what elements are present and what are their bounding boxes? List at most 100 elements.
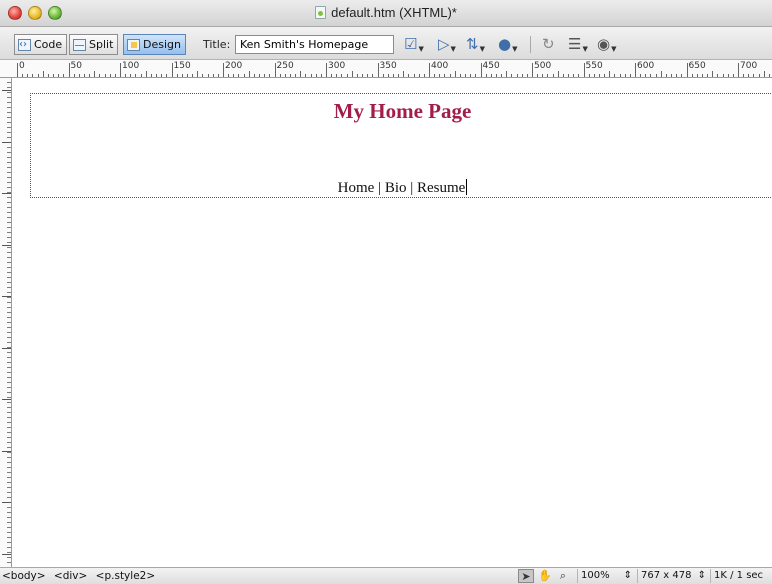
hand-tool-button[interactable]: ✋ bbox=[537, 569, 553, 583]
ruler-minor-tick bbox=[284, 74, 286, 77]
ruler-minor-tick bbox=[696, 74, 698, 77]
ruler-minor-tick bbox=[145, 71, 147, 77]
ruler-minor-tick bbox=[645, 74, 647, 77]
ruler-minor-tick bbox=[552, 74, 554, 77]
split-view-button[interactable]: Split bbox=[69, 34, 119, 55]
ruler-minor-tick bbox=[356, 74, 358, 77]
code-view-button[interactable]: Code bbox=[14, 34, 68, 55]
ruler-minor-tick bbox=[114, 74, 116, 77]
tag-p-style2[interactable]: <p.style2> bbox=[96, 570, 155, 582]
page-heading[interactable]: My Home Page bbox=[31, 99, 772, 124]
ruler-major-tick bbox=[686, 63, 688, 77]
ruler-major-tick bbox=[2, 399, 11, 400]
refresh-design-view-button[interactable]: ↻ bbox=[542, 36, 555, 53]
ruler-minor-tick bbox=[336, 74, 338, 77]
ruler-minor-tick bbox=[743, 74, 745, 77]
ruler-minor-tick bbox=[403, 71, 405, 77]
tag-body[interactable]: <body> bbox=[2, 570, 46, 582]
select-tool-button[interactable]: ➤ bbox=[518, 569, 534, 583]
ruler-minor-tick bbox=[346, 74, 348, 77]
ruler-minor-tick bbox=[279, 74, 281, 77]
window-title-text: default.htm (XHTML)* bbox=[331, 5, 457, 20]
ruler-minor-tick bbox=[562, 74, 564, 77]
page-nav-text: Home | Bio | Resume bbox=[337, 180, 466, 196]
ruler-minor-tick bbox=[228, 74, 230, 77]
ruler-minor-tick bbox=[511, 74, 513, 77]
ruler-minor-tick bbox=[238, 74, 240, 77]
up-down-arrows-icon: ⇅ bbox=[466, 35, 479, 53]
toolbar-separator bbox=[530, 36, 531, 53]
ruler-minor-tick bbox=[269, 74, 271, 77]
document-icon bbox=[315, 6, 327, 19]
ruler-minor-tick bbox=[104, 74, 106, 77]
get-put-files-button[interactable]: ⇅ ▼ bbox=[466, 36, 485, 53]
ruler-major-tick bbox=[2, 141, 11, 143]
ruler-minor-tick bbox=[707, 74, 709, 77]
browser-preview-button[interactable]: ● ▼ bbox=[498, 36, 517, 53]
ruler-minor-tick bbox=[691, 74, 693, 77]
ruler-minor-tick bbox=[259, 74, 261, 77]
file-management-icon: ▷ bbox=[438, 35, 450, 53]
ruler-minor-tick bbox=[295, 74, 297, 77]
ruler-minor-tick bbox=[212, 74, 214, 77]
document-title-input[interactable] bbox=[235, 35, 394, 54]
ruler-minor-tick bbox=[83, 74, 85, 77]
ruler-minor-tick bbox=[305, 74, 307, 77]
download-info: 1K / 1 sec bbox=[714, 570, 764, 581]
ruler-minor-tick bbox=[387, 74, 389, 77]
ruler-minor-tick bbox=[593, 74, 595, 77]
file-management-button[interactable]: ▷ ▼ bbox=[438, 36, 456, 53]
ruler-minor-tick bbox=[722, 74, 724, 77]
ruler-minor-tick bbox=[748, 74, 750, 77]
ruler-tick-label: 200 bbox=[225, 61, 243, 71]
page-nav-paragraph[interactable]: Home | Bio | Resume bbox=[31, 179, 772, 197]
page-div-container[interactable]: My Home Page Home | Bio | Resume bbox=[30, 93, 772, 198]
globe-icon: ● bbox=[498, 35, 512, 53]
ruler-major-tick bbox=[2, 296, 11, 297]
design-view-label: Design bbox=[143, 38, 181, 51]
ruler-minor-tick bbox=[449, 74, 451, 77]
ruler-minor-tick bbox=[454, 71, 456, 77]
ruler-minor-tick bbox=[362, 74, 364, 77]
ruler-major-tick bbox=[68, 63, 70, 77]
ruler-minor-tick bbox=[125, 74, 127, 77]
design-view-button[interactable]: Design bbox=[123, 34, 186, 55]
document-title-label: Title: bbox=[203, 38, 231, 51]
ruler-minor-tick bbox=[243, 74, 245, 77]
zoom-value: 100% bbox=[581, 570, 610, 581]
download-size-indicator: 1K / 1 sec bbox=[710, 569, 772, 583]
ruler-minor-tick bbox=[408, 74, 410, 77]
validate-markup-button[interactable]: ☑ ▼ bbox=[404, 36, 424, 53]
ruler-minor-tick bbox=[490, 74, 492, 77]
ruler-minor-tick bbox=[166, 74, 168, 77]
ruler-minor-tick bbox=[640, 74, 642, 77]
ruler-minor-tick bbox=[197, 71, 199, 77]
zoom-select[interactable]: 100% ⇕ bbox=[577, 569, 635, 583]
ruler-major-tick bbox=[17, 63, 18, 77]
ruler-minor-tick bbox=[331, 74, 333, 77]
ruler-minor-tick bbox=[768, 74, 770, 77]
ruler-minor-tick bbox=[521, 74, 523, 77]
view-options-button[interactable]: ☰ ▼ bbox=[568, 36, 588, 53]
zoom-tool-button[interactable]: ⌕ bbox=[555, 569, 571, 583]
ruler-minor-tick bbox=[650, 74, 652, 77]
ruler-minor-tick bbox=[712, 71, 714, 77]
visual-aids-button[interactable]: ◉ ▼ bbox=[597, 36, 616, 53]
ruler-minor-tick bbox=[609, 71, 611, 77]
ruler-tick-label: 0 bbox=[19, 61, 25, 71]
ruler-major-tick bbox=[2, 90, 11, 91]
ruler-minor-tick bbox=[619, 74, 621, 77]
ruler-minor-tick bbox=[89, 74, 91, 77]
ruler-tick-label: 650 bbox=[688, 61, 706, 71]
ruler-minor-tick bbox=[161, 74, 163, 77]
design-canvas[interactable]: My Home Page Home | Bio | Resume bbox=[13, 79, 772, 567]
select-arrows-icon: ⇕ bbox=[697, 570, 706, 581]
code-view-label: Code bbox=[34, 38, 63, 51]
ruler-major-tick bbox=[480, 63, 482, 77]
ruler-minor-tick bbox=[207, 74, 209, 77]
window-size-select[interactable]: 767 x 478 ⇕ bbox=[637, 569, 709, 583]
ruler-major-tick bbox=[2, 450, 11, 452]
ruler-minor-tick bbox=[465, 74, 467, 77]
tag-div[interactable]: <div> bbox=[54, 570, 87, 582]
horizontal-ruler: 0 50 100 150 200 250 300 350 400 450 500 550 600 650 7… bbox=[0, 60, 772, 78]
